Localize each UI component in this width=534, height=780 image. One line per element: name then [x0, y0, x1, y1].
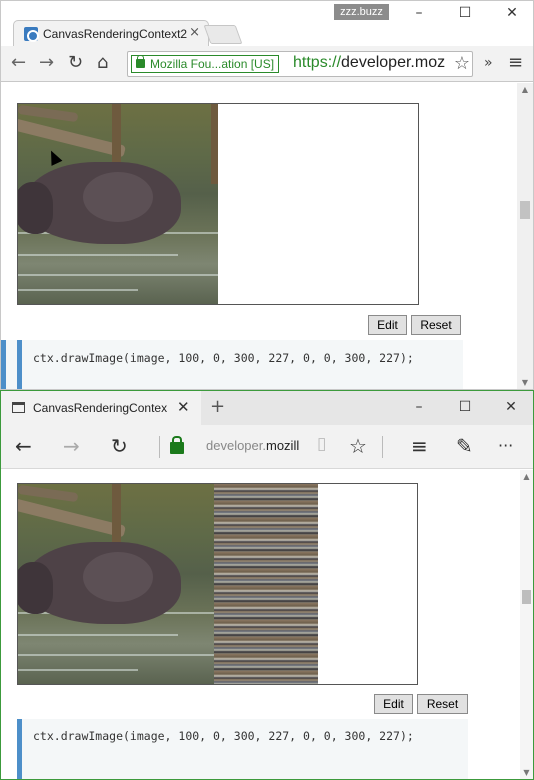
lock-icon[interactable]	[170, 436, 184, 454]
chrome-new-tab-button[interactable]	[203, 25, 243, 44]
chrome-close-button[interactable]: ✕	[497, 5, 527, 21]
edit-button[interactable]: Edit	[368, 315, 407, 335]
ev-certificate-label: Mozilla Fou...ation [US]	[150, 57, 275, 71]
reset-button[interactable]: Reset	[417, 694, 468, 714]
edge-minimize-button[interactable]: –	[404, 399, 434, 415]
chrome-vertical-scrollbar[interactable]: ▲ ▼	[517, 83, 533, 389]
page-icon	[12, 402, 25, 413]
code-block: ctx.drawImage(image, 100, 0, 300, 227, 0…	[17, 719, 468, 779]
chrome-tab-close-icon[interactable]: ×	[189, 25, 200, 40]
address-domain: mozill	[266, 438, 300, 453]
chrome-titlebar: CanvasRenderingContext2 × zzz.buzz – ☐ ✕	[1, 1, 533, 46]
hub-icon[interactable]: ≡	[411, 434, 428, 458]
edge-close-button[interactable]: ✕	[496, 399, 526, 415]
back-arrow-icon[interactable]: ←	[15, 434, 32, 458]
chrome-url-text[interactable]: https://developer.moz	[293, 54, 445, 72]
edge-tab-close-icon[interactable]: ✕	[177, 398, 190, 416]
edge-maximize-button[interactable]: ☐	[450, 399, 480, 415]
chrome-tab[interactable]: CanvasRenderingContext2 ×	[13, 20, 209, 46]
edge-tab[interactable]: CanvasRenderingContex ✕	[1, 391, 201, 425]
url-scheme: https://	[293, 54, 342, 71]
more-actions-icon[interactable]: ···	[498, 436, 513, 455]
edge-page-content: Edit Reset ctx.drawImage(image, 100, 0, …	[1, 470, 520, 779]
toolbar-separator	[159, 436, 160, 458]
home-icon[interactable]: ⌂	[97, 52, 108, 73]
chrome-tab-title: CanvasRenderingContext2	[43, 27, 188, 41]
code-block: ctx.drawImage(image, 100, 0, 300, 227, 0…	[1, 340, 463, 389]
bookmark-star-icon[interactable]: ☆	[453, 53, 470, 74]
chrome-scroll-thumb[interactable]	[520, 201, 530, 219]
output-canvas	[17, 103, 419, 305]
scroll-down-icon[interactable]: ▼	[520, 768, 533, 777]
edge-titlebar: CanvasRenderingContex ✕ + – ☐ ✕	[1, 391, 533, 425]
back-arrow-icon[interactable]: ←	[11, 52, 26, 73]
web-note-icon[interactable]: ✎	[456, 434, 473, 458]
chrome-profile-badge[interactable]: zzz.buzz	[334, 4, 389, 20]
extensions-overflow-icon[interactable]: »	[484, 55, 493, 71]
url-host: developer.moz	[341, 54, 446, 71]
chrome-minimize-button[interactable]: –	[404, 5, 434, 21]
edge-scroll-thumb[interactable]	[522, 590, 531, 604]
chrome-omnibox[interactable]: Mozilla Fou...ation [US] https://develop…	[127, 51, 473, 77]
stretched-edge-pixels	[214, 484, 318, 684]
reload-icon[interactable]: ↻	[68, 52, 83, 73]
scroll-up-icon[interactable]: ▲	[517, 85, 533, 94]
rhino-image	[18, 484, 214, 684]
reset-button[interactable]: Reset	[411, 315, 461, 335]
favorite-star-icon[interactable]: ☆	[349, 434, 367, 458]
edge-window: CanvasRenderingContex ✕ + – ☐ ✕ ← → ↻ de…	[0, 390, 534, 780]
address-prefix: developer.	[206, 438, 266, 453]
edge-toolbar: ← → ↻ developer.mozill ▯ ☆ ≡ ✎ ···	[1, 425, 533, 469]
chrome-page-content: Edit Reset ctx.drawImage(image, 100, 0, …	[1, 83, 517, 389]
code-line: ctx.drawImage(image, 100, 0, 300, 227, 0…	[33, 351, 414, 365]
edge-address-bar[interactable]: developer.mozill	[206, 438, 299, 453]
edit-button[interactable]: Edit	[374, 694, 413, 714]
edge-vertical-scrollbar[interactable]: ▲ ▼	[520, 470, 533, 779]
code-line: ctx.drawImage(image, 100, 0, 300, 227, 0…	[33, 729, 414, 743]
output-canvas	[17, 483, 418, 685]
scroll-up-icon[interactable]: ▲	[520, 472, 533, 481]
toolbar-separator	[382, 436, 383, 458]
refresh-icon[interactable]: ↻	[111, 434, 128, 458]
chrome-menu-icon[interactable]: ≡	[508, 52, 523, 73]
scroll-down-icon[interactable]: ▼	[517, 378, 533, 387]
reading-view-icon[interactable]: ▯	[317, 434, 326, 454]
forward-arrow-icon[interactable]: →	[39, 52, 54, 73]
lock-icon	[136, 55, 145, 68]
chrome-window: CanvasRenderingContext2 × zzz.buzz – ☐ ✕…	[0, 0, 534, 390]
edge-new-tab-icon[interactable]: +	[210, 396, 225, 417]
chrome-toolbar: ← → ↻ ⌂ Mozilla Fou...ation [US] https:/…	[1, 46, 533, 82]
rhino-image	[18, 104, 218, 304]
ev-certificate-badge[interactable]: Mozilla Fou...ation [US]	[131, 55, 280, 73]
edge-tab-title: CanvasRenderingContex	[33, 401, 168, 415]
forward-arrow-icon[interactable]: →	[63, 434, 80, 458]
code-block-accent	[17, 340, 22, 389]
mdn-favicon-icon	[24, 27, 39, 42]
chrome-maximize-button[interactable]: ☐	[450, 5, 480, 21]
